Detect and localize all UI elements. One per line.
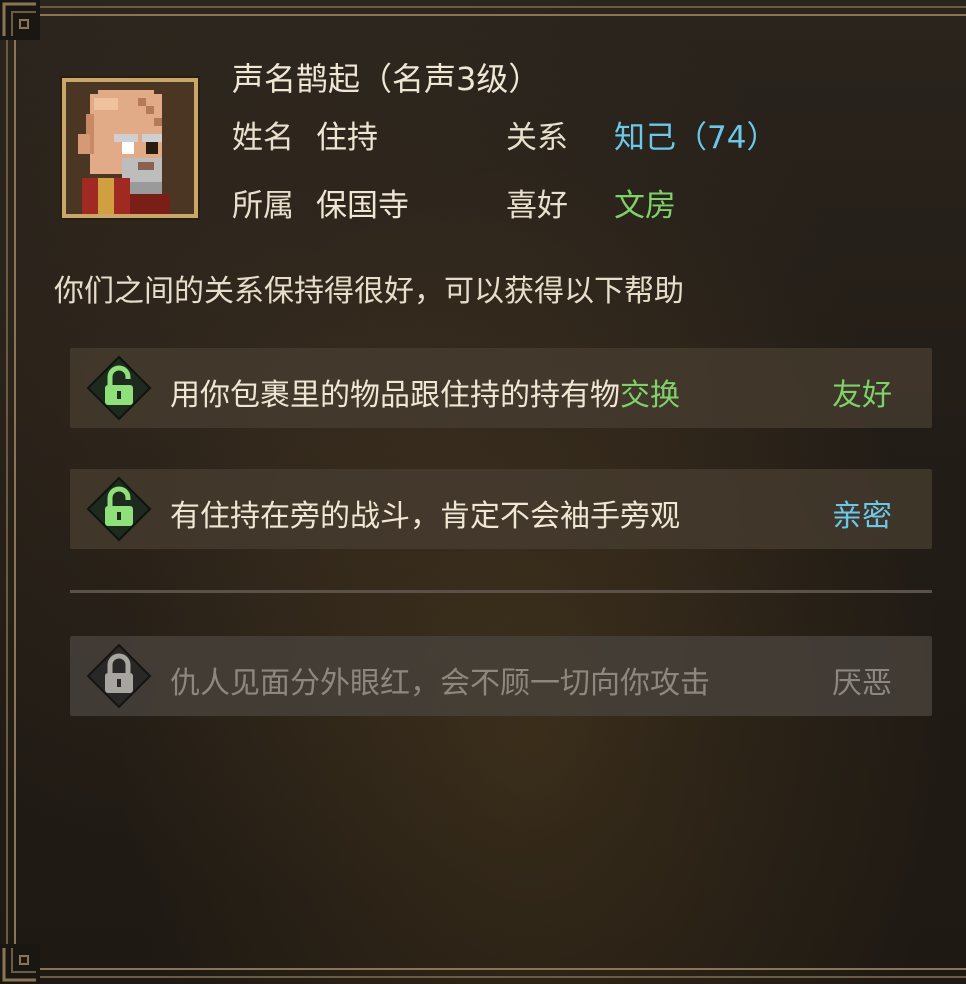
benefit-text: 仇人见面分外眼红，会不顾一切向你攻击 [170, 666, 710, 701]
hobby-value: 文房 [614, 188, 676, 224]
corner-ornament-icon [0, 0, 40, 40]
unlocked-lock-icon [86, 355, 152, 421]
benefit-row-trade[interactable]: 用你包裹里的物品跟住持的持有物交换 友好 [70, 348, 932, 428]
benefit-level-tag: 友好 [832, 378, 892, 413]
benefit-text: 用你包裹里的物品跟住持的持有物交换 [170, 370, 680, 414]
locked-lock-icon [86, 643, 152, 709]
benefit-row-hostile[interactable]: 仇人见面分外眼红，会不顾一切向你攻击 厌恶 [70, 636, 932, 716]
relation-label: 关系 [506, 120, 568, 156]
name-label: 姓名 [232, 120, 294, 156]
reputation-title: 声名鹊起（名声3级） [232, 60, 541, 98]
benefit-level-tag: 亲密 [832, 499, 892, 534]
hobby-label: 喜好 [506, 188, 568, 224]
unlocked-lock-icon [86, 476, 152, 542]
npc-relation-panel: 声名鹊起（名声3级） 姓名 住持 关系 知己（74） 所属 保国寺 喜好 文房 … [0, 0, 966, 984]
corner-ornament-icon [0, 944, 40, 984]
section-divider [70, 590, 932, 593]
relation-value: 知己（74） [614, 120, 778, 156]
benefit-row-combat-assist[interactable]: 有住持在旁的战斗，肯定不会袖手旁观 亲密 [70, 469, 932, 549]
benefit-text: 有住持在旁的战斗，肯定不会袖手旁观 [170, 499, 680, 534]
benefit-level-tag: 厌恶 [832, 666, 892, 701]
benefit-text-main: 用你包裹里的物品跟住持的持有物 [170, 378, 620, 413]
faction-label: 所属 [232, 188, 294, 224]
relation-description: 你们之间的关系保持得很好，可以获得以下帮助 [54, 274, 684, 309]
name-value: 住持 [316, 120, 378, 156]
faction-value: 保国寺 [316, 188, 409, 224]
npc-avatar[interactable] [62, 78, 198, 218]
benefit-text-highlight: 交换 [620, 378, 680, 413]
